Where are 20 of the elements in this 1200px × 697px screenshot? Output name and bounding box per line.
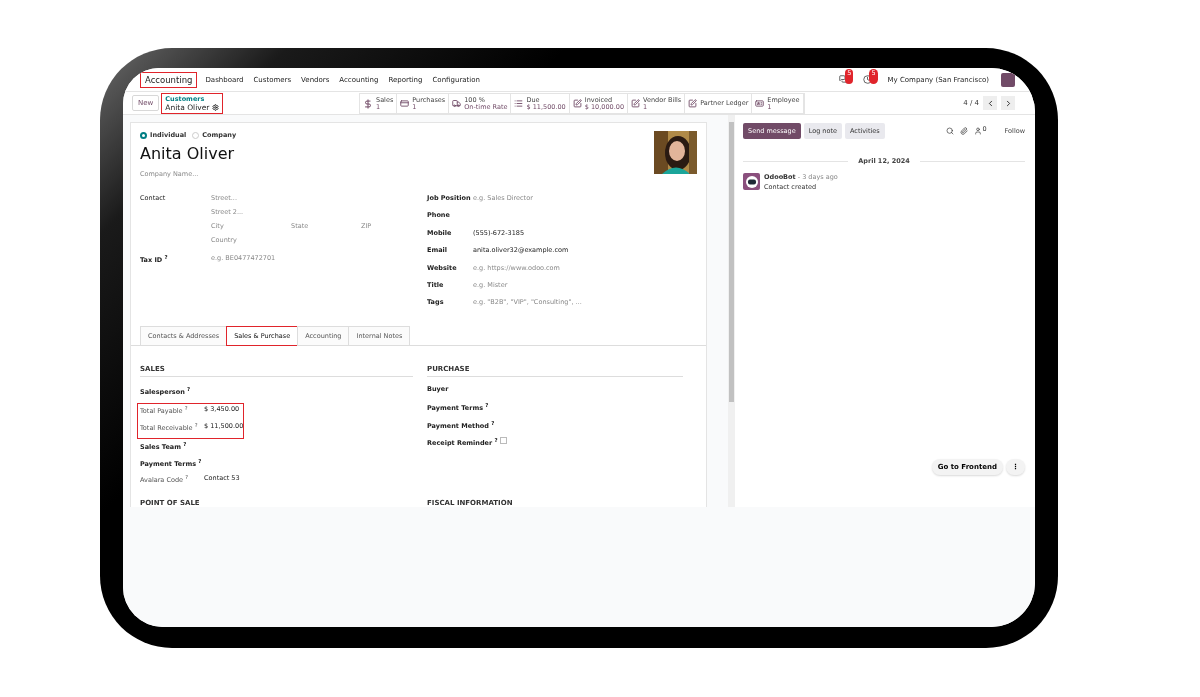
user-avatar[interactable] <box>1001 72 1015 87</box>
app-name[interactable]: Accounting <box>141 72 197 87</box>
next-button[interactable] <box>1001 96 1015 110</box>
id-card-icon <box>755 99 765 108</box>
radio-dot[interactable] <box>140 131 147 139</box>
pen-square-icon <box>688 99 698 108</box>
pen-square-icon <box>631 99 641 108</box>
previous-button[interactable] <box>983 96 997 110</box>
contact-name[interactable]: Anita Oliver <box>140 144 235 163</box>
paperclip-icon[interactable] <box>960 127 969 135</box>
truck-icon <box>452 99 462 108</box>
credit-card-icon <box>400 99 410 108</box>
settings-icon[interactable] <box>212 103 220 111</box>
list-icon <box>514 99 524 108</box>
pen-square-icon <box>572 99 582 108</box>
dollar-icon <box>363 98 373 109</box>
checkbox[interactable] <box>499 436 507 444</box>
scrollbar-thumb[interactable] <box>729 122 734 402</box>
search-icon[interactable] <box>946 127 955 135</box>
bot-avatar <box>743 173 760 190</box>
